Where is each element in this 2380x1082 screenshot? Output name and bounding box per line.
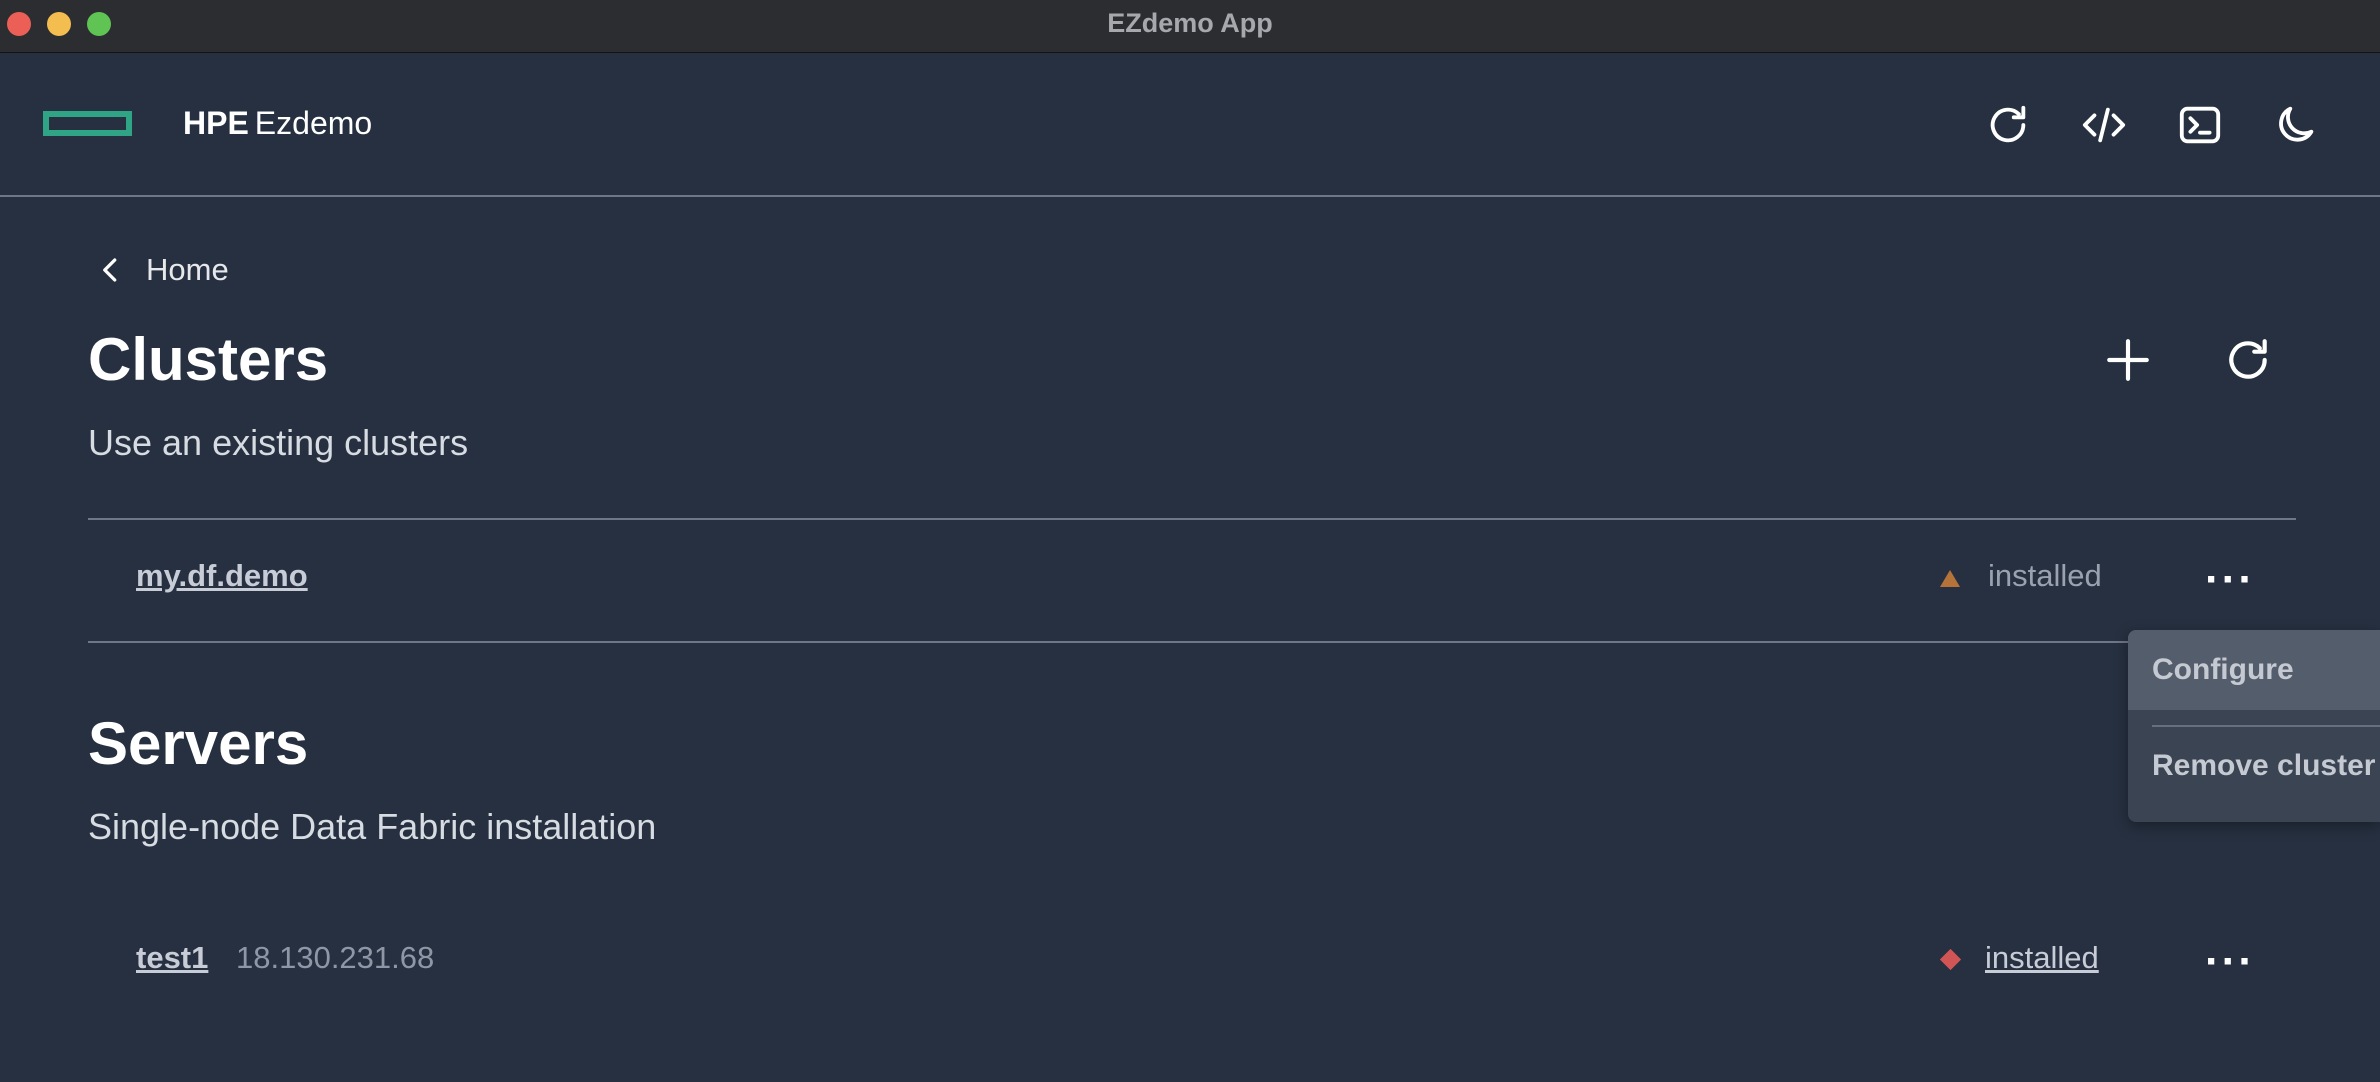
cluster-more-button[interactable]: ··· — [2200, 555, 2260, 604]
cluster-row: my.df.demo installed ··· — [88, 520, 2296, 640]
brand-light: Ezdemo — [254, 105, 373, 141]
hpe-logo-icon — [43, 111, 132, 136]
server-name-link[interactable]: test1 — [136, 940, 208, 976]
server-status-link[interactable]: installed — [1985, 940, 2099, 976]
clusters-bottom-divider — [88, 641, 2296, 643]
servers-subtitle: Single-node Data Fabric installation — [88, 806, 657, 847]
refresh-icon — [1990, 105, 2026, 143]
back-home-link[interactable]: Home — [96, 250, 229, 290]
chevron-left-icon — [103, 258, 117, 282]
moon-icon — [2279, 106, 2314, 142]
app-header: HPE Ezdemo — [0, 53, 2380, 197]
refresh-clusters-button[interactable] — [2218, 330, 2278, 390]
plus-icon — [2107, 339, 2149, 381]
clusters-subtitle: Use an existing clusters — [88, 422, 469, 463]
brand-strong: HPE — [183, 105, 249, 141]
back-home-label: Home — [146, 252, 229, 287]
server-row: test1 18.130.231.68 installed ··· — [88, 902, 2296, 1022]
more-horizontal-icon: ··· — [2205, 555, 2255, 604]
header-terminal-button[interactable] — [2174, 99, 2226, 151]
more-horizontal-icon: ··· — [2205, 937, 2255, 986]
triangle-icon — [1940, 570, 1960, 587]
header-refresh-button[interactable] — [1982, 99, 2034, 151]
cluster-status: installed — [1988, 558, 2102, 593]
add-cluster-button[interactable] — [2098, 330, 2158, 390]
server-ip: 18.130.231.68 — [236, 940, 435, 975]
refresh-icon — [2229, 339, 2267, 379]
clusters-title: Clusters — [88, 326, 329, 393]
brand-title: HPE Ezdemo — [183, 103, 372, 143]
window-titlebar: EZdemo App — [0, 0, 2380, 53]
cluster-name-link[interactable]: my.df.demo — [136, 558, 308, 594]
header-theme-button[interactable] — [2270, 99, 2322, 151]
cluster-actions-menu: Configure Remove cluster — [2128, 630, 2380, 822]
terminal-icon — [2179, 106, 2221, 144]
server-more-button[interactable]: ··· — [2200, 937, 2260, 986]
menu-item-remove-cluster[interactable]: Remove cluster — [2128, 726, 2380, 806]
header-code-button[interactable] — [2078, 99, 2130, 151]
window-title: EZdemo App — [1107, 8, 1273, 38]
code-icon — [2082, 107, 2126, 143]
menu-item-configure[interactable]: Configure — [2128, 630, 2380, 710]
diamond-icon — [1939, 948, 1962, 971]
servers-title: Servers — [88, 710, 309, 777]
